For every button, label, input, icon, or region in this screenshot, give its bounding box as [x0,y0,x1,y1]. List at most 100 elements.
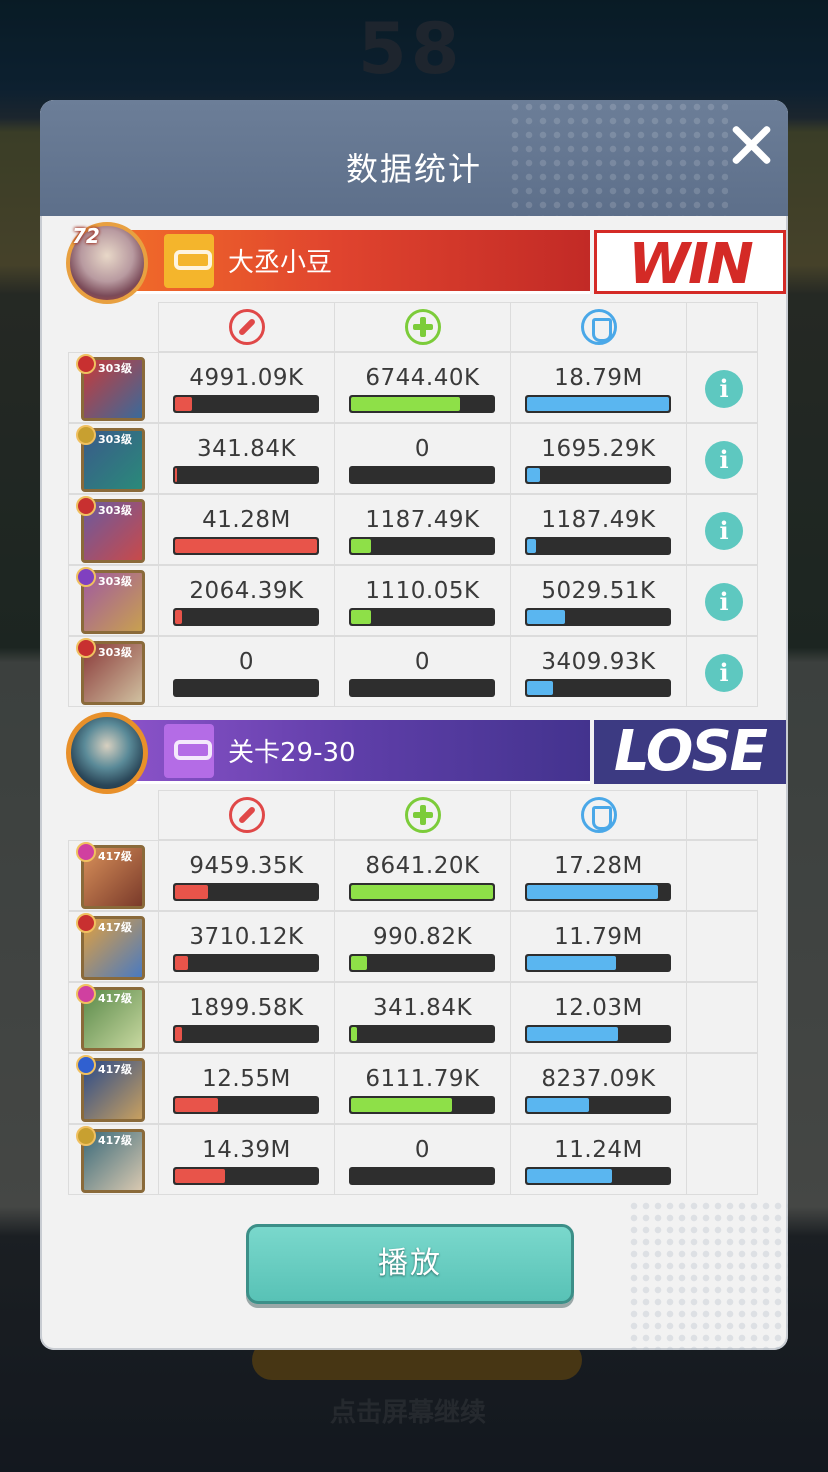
info-icon[interactable]: i [705,512,743,550]
info-icon[interactable]: i [705,583,743,621]
hero-portrait: 303级 [76,567,145,634]
hero-stat-row: 303级 0 0 3409.93K i [68,636,758,707]
hero-heal-cell: 0 [334,423,511,494]
hero-damage-value: 14.39M [202,1137,291,1163]
hero-heal-bar [349,395,495,413]
hero-portrait: 417级 [76,842,145,909]
info-icon[interactable]: i [705,654,743,692]
hero-info-cell: i [686,423,758,494]
hero-damage-bar [173,679,319,697]
close-icon[interactable] [728,122,774,168]
hero-level: 303级 [98,575,132,588]
hero-heal-cell: 6744.40K [334,352,511,423]
hero-shield-bar-fill [527,468,540,482]
hero-shield-bar-fill [527,1098,590,1112]
shield-icon [581,797,617,833]
hero-shield-cell: 17.28M [510,840,687,911]
header-spacer [68,302,159,352]
hero-info-cell [686,982,758,1053]
hero-portrait: 417级 [76,1055,145,1122]
hero-damage-cell: 41.28M [158,494,335,565]
hero-level: 417级 [98,1134,132,1147]
info-icon[interactable]: i [705,370,743,408]
stat-header-shield [510,302,687,352]
hero-info-cell: i [686,352,758,423]
hero-stat-row: 417级 1899.58K 341.84K 12.03M [68,982,758,1053]
result-lose-tag: LOSE [594,720,786,784]
hero-heal-bar [349,883,495,901]
team-name: 大丞小豆 [228,248,333,278]
header-spacer [68,790,159,840]
hero-damage-value: 0 [238,649,255,675]
hero-heal-bar-fill [351,956,367,970]
hero-faction-icon [76,354,96,374]
hero-cell: 303级 [68,423,159,494]
hero-shield-cell: 1187.49K [510,494,687,565]
hero-shield-cell: 18.79M [510,352,687,423]
hero-info-cell [686,911,758,982]
hero-damage-value: 9459.35K [189,853,304,879]
play-button[interactable]: 播放 [246,1224,574,1304]
hero-heal-cell: 341.84K [334,982,511,1053]
header-spacer [686,302,758,352]
hero-faction-icon [76,425,96,445]
hero-shield-cell: 1695.29K [510,423,687,494]
hero-damage-value: 4991.09K [189,365,304,391]
hero-damage-bar [173,395,319,413]
hero-info-cell [686,1124,758,1195]
hero-damage-value: 3710.12K [189,924,304,950]
guild-flag-icon [164,234,214,288]
hero-heal-bar-fill [351,397,461,411]
result-win-tag: WIN [594,230,786,297]
heal-icon [405,797,441,833]
hero-heal-value: 6744.40K [365,365,480,391]
hero-damage-value: 1899.58K [189,995,304,1021]
hero-damage-value: 12.55M [202,1066,291,1092]
hero-stat-row: 303级 4991.09K 6744.40K 18.79M i [68,352,758,423]
stat-header-shield [510,790,687,840]
hero-damage-cell: 3710.12K [158,911,335,982]
hero-heal-cell: 0 [334,636,511,707]
hero-level: 417级 [98,992,132,1005]
hero-level: 417级 [98,1063,132,1076]
player-level: 72 [72,224,100,248]
team-name: 关卡29-30 [228,738,356,768]
hero-shield-cell: 8237.09K [510,1053,687,1124]
hero-shield-bar [525,1167,671,1185]
hero-portrait: 417级 [76,984,145,1051]
hero-level: 417级 [98,921,132,934]
hero-damage-cell: 341.84K [158,423,335,494]
hero-heal-bar [349,608,495,626]
hero-damage-bar-fill [175,468,177,482]
hero-shield-bar [525,1096,671,1114]
hero-faction-icon [76,567,96,587]
hero-heal-bar [349,1096,495,1114]
hero-shield-bar-fill [527,539,536,553]
hero-heal-bar [349,679,495,697]
hero-info-cell: i [686,636,758,707]
stat-header-row [68,302,758,352]
hero-heal-cell: 6111.79K [334,1053,511,1124]
hero-heal-value: 0 [414,1137,431,1163]
hero-faction-icon [76,1126,96,1146]
hero-damage-value: 41.28M [202,507,291,533]
stage-flag-icon [164,724,214,778]
hero-portrait: 303级 [76,425,145,492]
hero-level: 417级 [98,850,132,863]
hero-damage-bar [173,1167,319,1185]
stat-header-heal [334,302,511,352]
hero-heal-cell: 1187.49K [334,494,511,565]
hero-faction-icon [76,1055,96,1075]
hero-shield-value: 5029.51K [541,578,656,604]
hero-info-cell [686,840,758,911]
hero-shield-bar [525,395,671,413]
hero-heal-value: 8641.20K [365,853,480,879]
hero-shield-value: 1695.29K [541,436,656,462]
hero-damage-bar-fill [175,1098,218,1112]
hero-shield-value: 11.79M [554,924,643,950]
hero-level: 303级 [98,433,132,446]
hero-info-cell: i [686,494,758,565]
hero-shield-bar-fill [527,681,553,695]
info-icon[interactable]: i [705,441,743,479]
hero-level: 303级 [98,646,132,659]
